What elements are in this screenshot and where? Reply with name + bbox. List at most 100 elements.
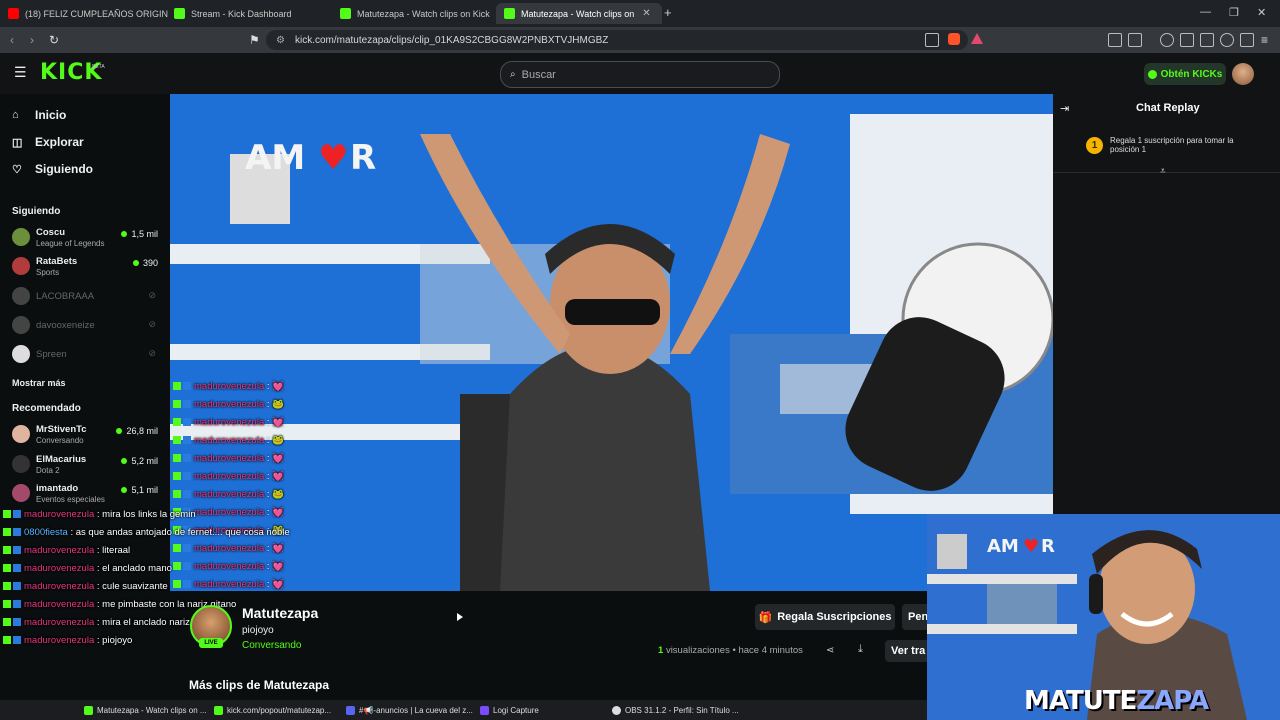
overlay-chat-message: madurovenezula : literaal <box>3 542 290 560</box>
watch-full-button[interactable]: Ver tra <box>885 640 930 662</box>
maximize-icon[interactable]: ❐ <box>1229 6 1239 19</box>
sidebar-toggle-icon[interactable] <box>1180 33 1194 47</box>
get-kicks-button[interactable]: Obtén KICKs <box>1144 63 1226 85</box>
kick-icon <box>84 705 93 715</box>
search-input[interactable]: ⌕ Buscar <box>500 61 780 88</box>
nav-siguiendo[interactable]: ♡ Siguiendo <box>12 162 93 176</box>
reload-icon[interactable]: ↻ <box>49 33 59 47</box>
followed-channel[interactable]: Coscu League of Legends 1,5 mil <box>12 225 162 251</box>
kick-icon <box>504 8 515 19</box>
overlay-chat-message: madurovenezula : mira los links la gemin <box>3 506 290 524</box>
browser-tab-active[interactable]: Matutezapa - Watch clips on ✕ <box>496 3 662 24</box>
taskbar-item[interactable]: kick.com/popout/matutezap... <box>214 703 331 717</box>
minimize-icon[interactable]: — <box>1200 6 1211 18</box>
following-heading: Siguiendo <box>12 206 61 217</box>
followed-channel-offline[interactable]: davooxeneize ⊘ <box>12 313 162 339</box>
recommended-channel[interactable]: ElMacarius Dota 2 5,2 mil <box>12 452 162 478</box>
download-icon[interactable]: ⤓ <box>858 643 863 656</box>
webcam-brand-text: MATUTEZAPA <box>1024 686 1209 716</box>
gift-subs-button[interactable]: 🎁 Regala Suscripciones <box>755 604 895 630</box>
compass-icon: ◫ <box>12 136 23 149</box>
svg-text:AM: AM <box>987 536 1019 557</box>
recommended-heading: Recomendado <box>12 403 81 414</box>
overlay-chat-message: madurovenezula : 🐸 <box>173 432 284 450</box>
channel-avatar <box>12 228 30 246</box>
rank-coin-icon: 1 <box>1086 137 1103 154</box>
channel-avatar <box>12 257 30 275</box>
leo-ai-icon[interactable] <box>1220 33 1234 47</box>
overlay-chat-message: madurovenezula : 💓 <box>173 450 284 468</box>
url-field[interactable]: ⚙ kick.com/matutezapa/clips/clip_01KA9S2C… <box>266 30 968 50</box>
offline-icon: ⊘ <box>148 290 156 300</box>
overlay-chat-message: madurovenezula : 💓 <box>173 468 284 486</box>
share-icon[interactable]: ⋖ <box>826 645 834 656</box>
user-avatar[interactable] <box>1232 63 1254 85</box>
browser-tab[interactable]: (18) FELIZ CUMPLEAÑOS ORIGINAL <box>0 3 168 24</box>
close-tab-icon[interactable]: ✕ <box>642 8 650 19</box>
followed-channel-offline[interactable]: LACOBRAAA ⊘ <box>12 284 162 310</box>
taskbar-item[interactable]: #📢-anuncios | La cueva del z... <box>346 703 473 717</box>
channel-name[interactable]: Matutezapa <box>242 605 318 621</box>
back-icon[interactable]: ‹ <box>10 33 14 47</box>
overlay-chat-message: madurovenezula : 🐸 <box>173 396 284 414</box>
expand-leaderboard-icon[interactable]: ⩡ <box>1160 166 1166 177</box>
hamburger-menu-icon[interactable]: ☰ <box>14 64 27 81</box>
menu-icon[interactable]: ≡ <box>1261 33 1268 47</box>
obs-icon <box>612 705 621 715</box>
overlay-chat-message: madurovenezula : 🐸 <box>173 486 284 504</box>
taskbar-item[interactable]: OBS 31.1.2 - Perfil: Sin Título ... <box>612 703 739 717</box>
overlay-chat-message: 0800fiesta : as que andas antojado de fe… <box>3 524 290 542</box>
svg-text:♥: ♥ <box>318 138 348 178</box>
kick-icon <box>214 705 223 715</box>
beta-badge: BETA <box>92 64 105 70</box>
followed-channel-offline[interactable]: Spreen ⊘ <box>12 342 162 368</box>
taskbar-item[interactable]: Matutezapa - Watch clips on ... <box>84 703 207 717</box>
video-player[interactable]: AM ♥ R <box>170 94 1053 591</box>
wallet-icon[interactable] <box>1200 33 1214 47</box>
channel-avatar <box>12 316 30 334</box>
kick-icon <box>174 8 185 19</box>
video-frame-illustration: AM ♥ R <box>170 94 1053 591</box>
more-clips-heading: Más clips de Matutezapa <box>189 678 330 692</box>
logi-capture-icon <box>480 705 489 715</box>
clip-meta: 1 visualizaciones • hace 4 minutos <box>658 645 803 656</box>
site-info-icon[interactable]: ⚙ <box>276 35 285 46</box>
bookmark-icon[interactable]: ⚑ <box>249 33 260 47</box>
music-icon[interactable] <box>1160 33 1174 47</box>
collapse-chat-icon[interactable]: ⇥ <box>1060 102 1069 115</box>
kicks-coin-icon <box>1147 69 1157 79</box>
svg-text:AM: AM <box>245 138 305 178</box>
channel-avatar <box>12 287 30 305</box>
offline-icon: ⊘ <box>148 348 156 358</box>
vpn-icon[interactable] <box>1240 33 1254 47</box>
svg-text:R: R <box>1041 536 1055 557</box>
channel-avatar <box>12 425 30 443</box>
discord-icon <box>346 705 355 715</box>
mouse-cursor <box>457 613 463 621</box>
extensions-icon[interactable] <box>1108 33 1122 47</box>
nav-explorar[interactable]: ◫ Explorar <box>12 135 84 149</box>
browser-tab[interactable]: Matutezapa - Watch clips on Kick <box>332 3 500 24</box>
forward-icon[interactable]: › <box>30 33 34 47</box>
clip-category[interactable]: Conversando <box>242 640 301 651</box>
clip-title: piojoyo <box>242 625 274 636</box>
overlay-chat-message: madurovenezula : el anclado mano <box>3 560 290 578</box>
recommended-channel[interactable]: MrStivenTc Conversando 26,8 mil <box>12 422 162 448</box>
new-tab-button[interactable]: + <box>664 5 672 20</box>
sub-gift-leaderboard-text[interactable]: Regala 1 suscripción para tomar la posic… <box>1110 136 1260 154</box>
followed-channel[interactable]: RataBets Sports 390 <box>12 254 162 280</box>
overlay-chat-message: madurovenezula : 💓 <box>173 414 284 432</box>
offline-icon: ⊘ <box>148 319 156 329</box>
recommended-channel[interactable]: imantado Eventos especiales 5,1 mil <box>12 481 162 507</box>
show-more-link[interactable]: Mostrar más <box>12 378 66 388</box>
close-window-icon[interactable]: ✕ <box>1257 6 1266 19</box>
channel-avatar <box>12 345 30 363</box>
brave-rewards-icon[interactable] <box>971 33 983 44</box>
brave-shield-icon[interactable] <box>948 33 960 45</box>
screenshot-icon[interactable] <box>1128 33 1142 47</box>
nav-inicio[interactable]: ⌂ Inicio <box>12 108 66 122</box>
taskbar-item[interactable]: Logi Capture <box>480 703 539 717</box>
chat-replay-panel <box>1053 94 1280 514</box>
browser-tab[interactable]: Stream - Kick Dashboard <box>166 3 334 24</box>
share-page-icon[interactable] <box>925 33 939 47</box>
